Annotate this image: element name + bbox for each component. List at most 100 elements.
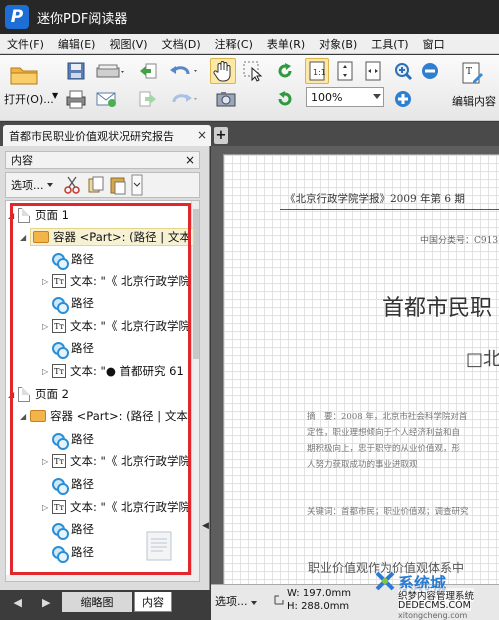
arrow-left-icon[interactable]: ◀ — [14, 596, 22, 609]
paste-icon[interactable] — [109, 175, 127, 195]
tree-node-path[interactable]: 路径 — [52, 292, 94, 314]
tree-node-page[interactable]: ◢ 页面 2 — [8, 383, 69, 405]
print-button[interactable] — [63, 87, 89, 111]
tree-node-path[interactable]: 路径 — [52, 248, 94, 270]
expand-icon[interactable]: ◢ — [20, 412, 30, 421]
plus-circle-icon — [395, 91, 411, 107]
undo-button[interactable] — [166, 59, 202, 83]
open-dropdown-icon[interactable]: ▼ — [52, 91, 58, 100]
expand-icon[interactable]: ▷ — [42, 277, 52, 286]
expand-icon[interactable]: ◢ — [8, 390, 18, 399]
abstract-line: 期积极向上，忠于职守的从业价值观，形 — [307, 444, 461, 454]
tree-node-text[interactable]: ▷ Tт 文本: "● 首都研究 61 — [42, 360, 184, 382]
text-object-icon: Tт — [52, 500, 66, 514]
tree-node-text[interactable]: ▷ Tт 文本: "《 北京行政学院 — [42, 270, 190, 292]
expand-icon[interactable]: ◢ — [8, 211, 18, 220]
panel-tab-nav[interactable]: ◀ ▶ — [12, 592, 52, 612]
expand-icon[interactable]: ▷ — [42, 367, 52, 376]
menu-document[interactable]: 文档(D) — [155, 36, 208, 52]
tree-node-path[interactable]: 路径 — [52, 428, 94, 450]
arrow-right-icon[interactable]: ▶ — [42, 596, 50, 609]
scissors-icon[interactable] — [63, 175, 81, 195]
email-button[interactable] — [93, 87, 119, 111]
tree-node-page[interactable]: ◢ 页面 1 — [8, 204, 69, 226]
open-button-label[interactable]: 打开(O)... — [4, 91, 54, 107]
new-tab-button[interactable]: + — [214, 127, 228, 144]
rotate-counterclockwise-button[interactable] — [273, 87, 297, 111]
arrow-right-icon — [139, 91, 156, 107]
rotate-ccw-icon — [278, 91, 292, 106]
menu-window[interactable]: 窗口 — [416, 36, 452, 52]
select-text-tool-button[interactable] — [240, 58, 266, 84]
zoom-out-icon — [422, 63, 438, 79]
tree-node-label: 页面 2 — [35, 387, 69, 401]
expand-icon[interactable]: ◢ — [20, 233, 30, 242]
watermark-logo: 系统城 织梦内容管理系统 DEDECMS.COM xitongcheng.com — [370, 564, 499, 620]
path-icon — [52, 522, 69, 540]
zoom-in-button[interactable] — [392, 59, 414, 83]
tree-node-path[interactable]: 路径 — [52, 541, 94, 563]
expand-icon[interactable]: ▷ — [42, 457, 52, 466]
menu-edit[interactable]: 编辑(E) — [51, 36, 103, 52]
fit-width-button[interactable] — [361, 58, 385, 84]
tree-node-path[interactable]: 路径 — [52, 518, 94, 540]
text-object-icon: Tт — [52, 274, 66, 288]
tree-horizontal-scrollbar[interactable] — [6, 575, 192, 581]
svg-text:1:1: 1:1 — [313, 68, 326, 77]
menu-object[interactable]: 对象(B) — [312, 36, 364, 52]
tree-node-label: 路径 — [71, 545, 94, 559]
save-button[interactable] — [63, 59, 89, 83]
status-options[interactable]: 选项... — [215, 593, 257, 609]
previous-view-button[interactable] — [136, 59, 160, 83]
options-dropdown[interactable]: 选项... — [6, 177, 53, 193]
fit-page-button[interactable] — [333, 58, 357, 84]
open-folder-button[interactable] — [6, 59, 42, 89]
zoom-out-button[interactable] — [419, 59, 441, 83]
tab-content[interactable]: 内容 — [134, 592, 172, 612]
tab-document[interactable]: 首都市民职业价值观状况研究报告 × — [3, 125, 211, 146]
scan-button[interactable] — [93, 59, 127, 83]
snapshot-button[interactable] — [214, 87, 238, 111]
tree-node-path[interactable]: 路径 — [52, 473, 94, 495]
redo-button[interactable] — [166, 87, 202, 111]
tree-node-container[interactable]: ◢ 容器 <Part>: (路径 | 文本 — [20, 405, 188, 427]
chevron-down-icon[interactable] — [373, 94, 381, 99]
expand-icon[interactable]: ▷ — [42, 503, 52, 512]
tree-node-text[interactable]: ▷ Tт 文本: "《 北京行政学院 — [42, 315, 190, 337]
panel-menu-icon[interactable] — [131, 174, 143, 196]
tree-node-text[interactable]: ▷ Tт 文本: "《 北京行政学院 — [42, 450, 190, 472]
menu-file[interactable]: 文件(F) — [0, 36, 51, 52]
classification-number: 中国分类号：C913.2 — [420, 236, 499, 246]
zoom-plus-button[interactable] — [392, 87, 414, 111]
select-cursor-icon — [243, 61, 263, 82]
edit-content-button[interactable]: T — [458, 59, 488, 87]
menu-comment[interactable]: 注释(C) — [208, 36, 260, 52]
zoom-select[interactable]: 100% — [306, 87, 384, 107]
expand-icon[interactable]: ▷ — [42, 322, 52, 331]
menu-view[interactable]: 视图(V) — [102, 36, 154, 52]
rotate-clockwise-button[interactable] — [273, 59, 297, 83]
tree-node-label: 文本: "《 北京行政学院 — [70, 500, 190, 514]
tree-node-path[interactable]: 路径 — [52, 337, 94, 359]
tab-thumbnails[interactable]: 缩略图 — [62, 592, 132, 612]
menu-form[interactable]: 表单(R) — [260, 36, 312, 52]
copy-icon[interactable] — [87, 175, 105, 195]
edit-content-label[interactable]: 编辑内容 — [452, 93, 496, 109]
tree-node-label: 文本: "《 北京行政学院 — [70, 274, 190, 288]
tree-node-text[interactable]: ▷ Tт 文本: "《 北京行政学院 — [42, 496, 190, 518]
tree-node-container[interactable]: ◢ 容器 <Part>: (路径 | 文本 — [20, 226, 194, 248]
zoom-in-icon — [395, 63, 413, 81]
document-view[interactable]: 《北京行政学院学报》2009 年第 6 期 中国分类号：C913.2 首都市民职… — [211, 146, 499, 584]
next-view-button[interactable] — [136, 87, 160, 111]
hand-tool-button[interactable] — [210, 58, 236, 84]
scrollbar-thumb[interactable] — [193, 209, 199, 359]
panel-close-icon[interactable]: × — [185, 153, 195, 167]
folder-icon — [10, 67, 38, 85]
menu-tools[interactable]: 工具(T) — [364, 36, 415, 52]
page-height: H: 288.0mm — [287, 601, 350, 612]
tree-vertical-scrollbar[interactable] — [191, 201, 199, 581]
actual-size-button[interactable]: 1:1 — [305, 58, 329, 84]
collapse-panel-icon[interactable]: ◀ — [201, 506, 210, 546]
close-icon[interactable]: × — [197, 128, 207, 142]
page-icon — [18, 386, 30, 402]
